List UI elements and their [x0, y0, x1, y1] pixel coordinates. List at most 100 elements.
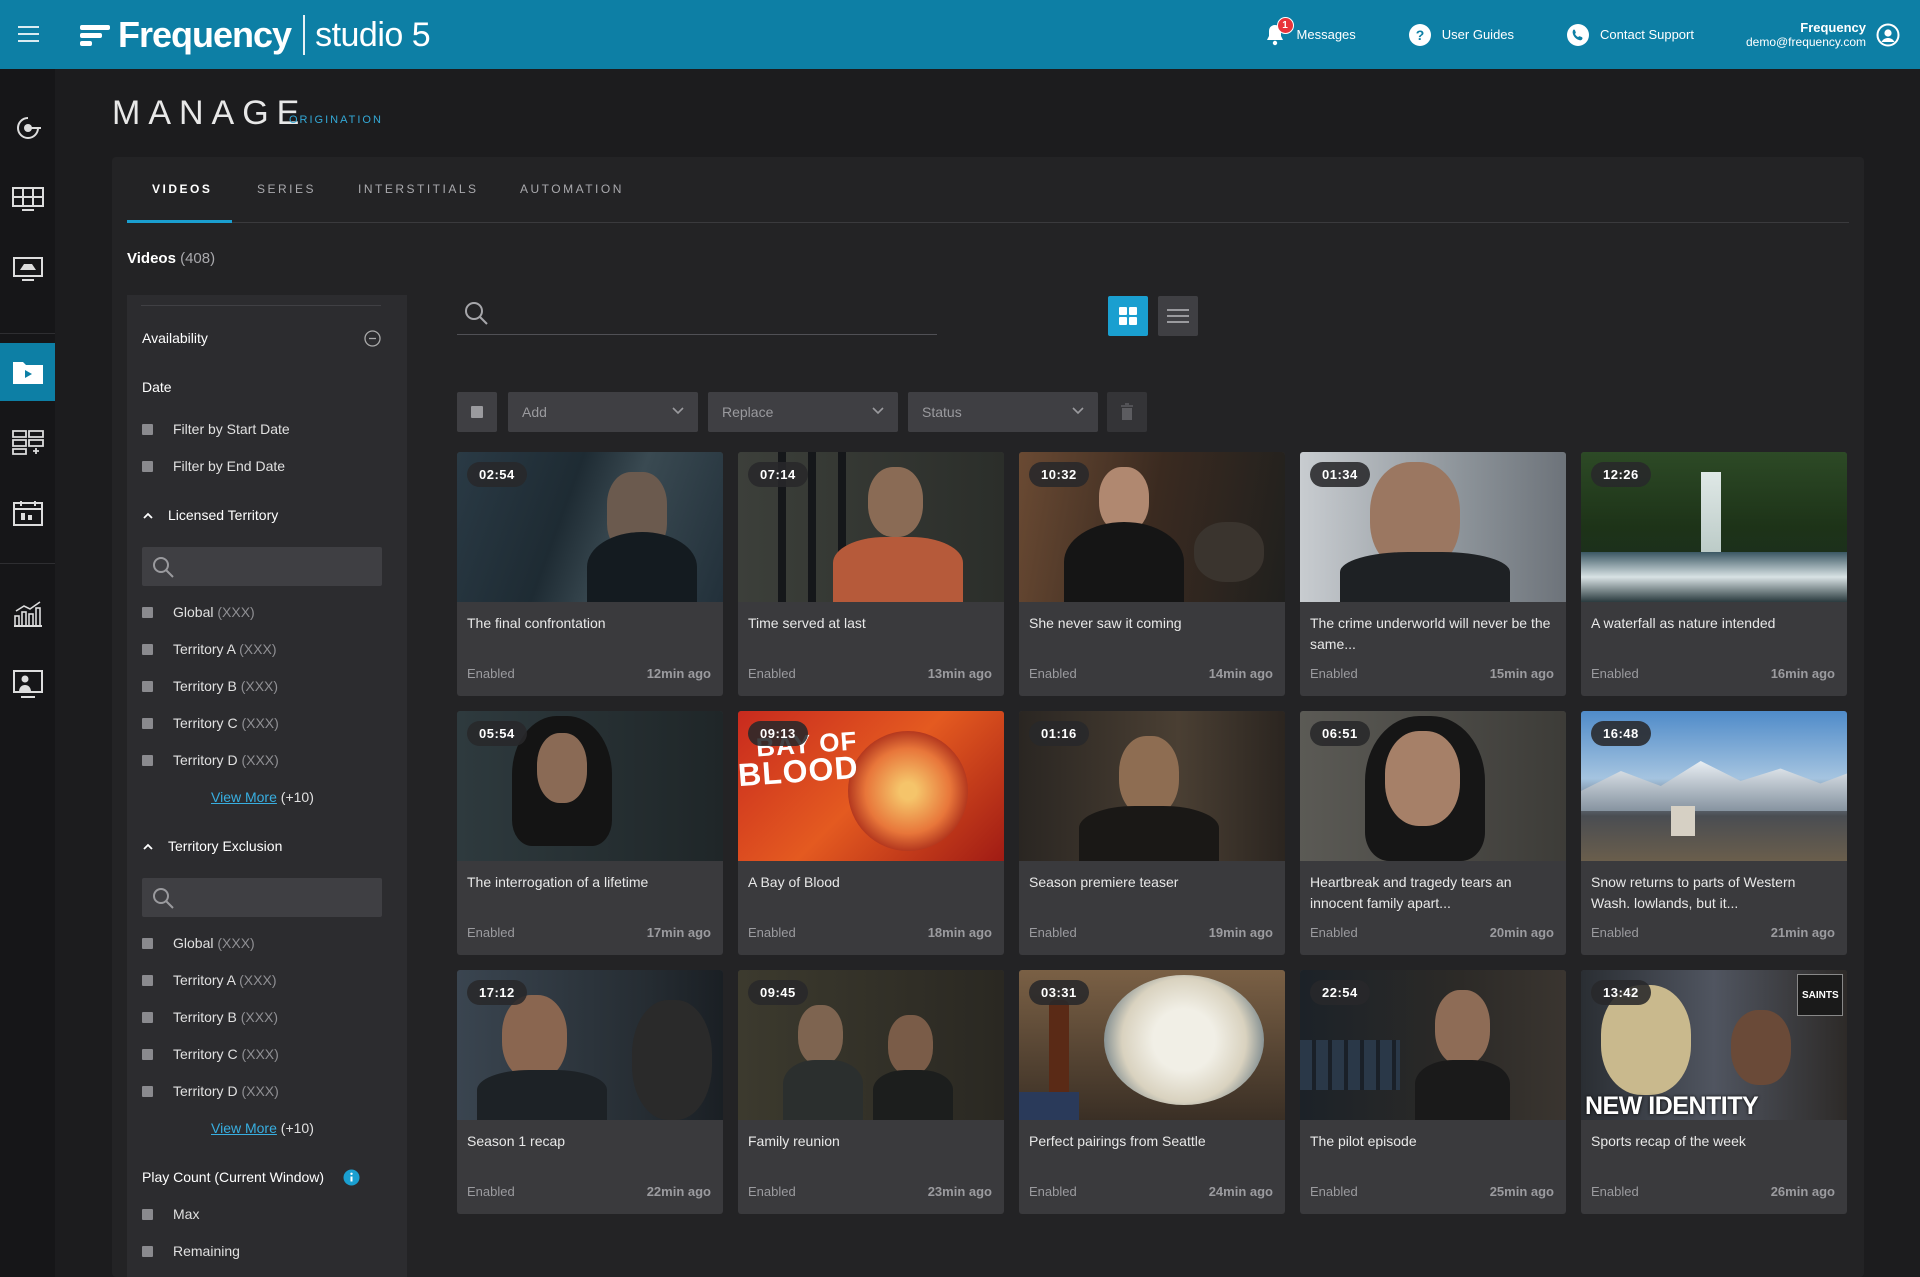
- video-status: Enabled: [467, 666, 515, 681]
- licensed-territory-search[interactable]: [142, 547, 382, 586]
- lt-global-checkbox[interactable]: [142, 607, 153, 618]
- video-card[interactable]: 05:54 The interrogation of a lifetime En…: [457, 711, 723, 955]
- tab-automation[interactable]: AUTOMATION: [520, 182, 624, 196]
- video-updated-time: 23min ago: [927, 1184, 992, 1199]
- tab-series[interactable]: SERIES: [257, 182, 316, 196]
- duration-badge: 09:13: [748, 721, 808, 746]
- videos-count-number: (408): [180, 250, 216, 267]
- help-icon: ?: [1408, 23, 1432, 47]
- lt-territory-b-checkbox[interactable]: [142, 681, 153, 692]
- analytics-icon[interactable]: [0, 585, 55, 643]
- te-view-more-link[interactable]: View More: [211, 1120, 277, 1136]
- video-card[interactable]: 16:48 Snow returns to parts of Western W…: [1581, 711, 1847, 955]
- video-updated-time: 17min ago: [646, 925, 711, 940]
- te-territory-d-checkbox[interactable]: [142, 1086, 153, 1097]
- end-date-checkbox[interactable]: [142, 461, 153, 472]
- video-card[interactable]: 09:45 Family reunion Enabled 23min ago: [738, 970, 1004, 1214]
- display-icon[interactable]: [0, 240, 55, 298]
- filter-divider: [141, 305, 381, 306]
- licensed-territory-heading[interactable]: Licensed Territory: [168, 507, 278, 523]
- video-card[interactable]: BAY OF BLOOD 09:13 A Bay of Blood Enable…: [738, 711, 1004, 955]
- video-title: Snow returns to parts of Western Wash. l…: [1591, 874, 1796, 911]
- end-date-label: Filter by End Date: [173, 458, 286, 474]
- tab-interstitials[interactable]: INTERSTITIALS: [358, 182, 479, 196]
- chevron-up-icon[interactable]: [143, 842, 153, 852]
- video-card[interactable]: 10:32 She never saw it coming Enabled 14…: [1019, 452, 1285, 696]
- video-updated-time: 18min ago: [927, 925, 992, 940]
- video-card[interactable]: 12:26 A waterfall as nature intended Ena…: [1581, 452, 1847, 696]
- hamburger-menu-icon[interactable]: [18, 26, 39, 42]
- status-dropdown[interactable]: Status: [908, 392, 1098, 432]
- folder-video-icon[interactable]: [0, 343, 55, 401]
- video-status: Enabled: [1029, 925, 1077, 940]
- video-search-input[interactable]: [457, 296, 937, 335]
- territory-exclusion-search[interactable]: [142, 878, 382, 917]
- phone-icon: [1566, 23, 1590, 47]
- user-name: Frequency: [1800, 20, 1866, 35]
- video-card[interactable]: SAINTS NEW IDENTITY 13:42 Sports recap o…: [1581, 970, 1847, 1214]
- video-title: She never saw it coming: [1029, 615, 1182, 631]
- brand-name: Frequency: [118, 14, 292, 55]
- te-global-checkbox[interactable]: [142, 938, 153, 949]
- video-card[interactable]: 17:12 Season 1 recap Enabled 22min ago: [457, 970, 723, 1214]
- grid-view-button[interactable]: [1108, 296, 1148, 336]
- tab-videos[interactable]: VIDEOS: [152, 182, 212, 196]
- video-updated-time: 24min ago: [1208, 1184, 1273, 1199]
- select-all-checkbox[interactable]: [457, 392, 497, 432]
- video-title: Season premiere teaser: [1029, 874, 1179, 890]
- delete-button[interactable]: [1107, 392, 1147, 432]
- schedule-grid-icon[interactable]: [0, 413, 55, 471]
- replace-dropdown[interactable]: Replace: [708, 392, 898, 432]
- messages-button[interactable]: 1 Messages: [1263, 16, 1356, 47]
- page-title: MANAGE: [112, 94, 308, 132]
- video-updated-time: 21min ago: [1770, 925, 1835, 940]
- screens-icon[interactable]: [0, 170, 55, 228]
- start-date-checkbox[interactable]: [142, 424, 153, 435]
- user-guides-button[interactable]: ? User Guides: [1408, 23, 1514, 47]
- lt-view-more-link[interactable]: View More: [211, 789, 277, 805]
- calendar-icon[interactable]: [0, 484, 55, 542]
- video-updated-time: 13min ago: [927, 666, 992, 681]
- te-territory-a-checkbox[interactable]: [142, 975, 153, 986]
- brand-logo[interactable]: Frequency studio 5: [80, 14, 431, 56]
- video-card[interactable]: 06:51 Heartbreak and tragedy tears an in…: [1300, 711, 1566, 955]
- te-territory-c-checkbox[interactable]: [142, 1049, 153, 1060]
- lt-territory-a-checkbox[interactable]: [142, 644, 153, 655]
- max-label: Max: [173, 1206, 200, 1222]
- video-title: The interrogation of a lifetime: [467, 874, 649, 890]
- lt-territory-c-checkbox[interactable]: [142, 718, 153, 729]
- video-updated-time: 25min ago: [1489, 1184, 1554, 1199]
- list-view-button[interactable]: [1158, 296, 1198, 336]
- info-icon[interactable]: [343, 1169, 360, 1186]
- video-title: The crime underworld will never be the s…: [1310, 615, 1551, 652]
- te-territory-d-label: Territory D (XXX): [173, 1083, 279, 1099]
- remaining-label: Remaining: [173, 1243, 240, 1259]
- presenter-icon[interactable]: [0, 655, 55, 713]
- contact-support-label: Contact Support: [1600, 27, 1694, 42]
- page-subtitle: ORIGINATION: [289, 114, 383, 126]
- max-checkbox[interactable]: [142, 1209, 153, 1220]
- messages-label: Messages: [1296, 27, 1356, 42]
- contact-support-button[interactable]: Contact Support: [1566, 23, 1694, 47]
- video-card[interactable]: 22:54 The pilot episode Enabled 25min ag…: [1300, 970, 1566, 1214]
- collapse-circle-icon[interactable]: [364, 330, 381, 347]
- duration-badge: 12:26: [1591, 462, 1651, 487]
- duration-badge: 01:34: [1310, 462, 1370, 487]
- lt-territory-d-checkbox[interactable]: [142, 755, 153, 766]
- video-updated-time: 19min ago: [1208, 925, 1273, 940]
- duration-badge: 06:51: [1310, 721, 1370, 746]
- upload-icon[interactable]: [0, 99, 55, 157]
- lt-global-label: Global (XXX): [173, 604, 255, 620]
- tab-bar: VIDEOS SERIES INTERSTITIALS AUTOMATION: [127, 170, 1849, 223]
- chevron-up-icon[interactable]: [143, 511, 153, 521]
- user-menu[interactable]: Frequency demo@frequency.com: [1746, 20, 1900, 49]
- video-card[interactable]: 01:34 The crime underworld will never be…: [1300, 452, 1566, 696]
- te-territory-b-checkbox[interactable]: [142, 1012, 153, 1023]
- video-card[interactable]: 02:54 The final confrontation Enabled 12…: [457, 452, 723, 696]
- video-card[interactable]: 03:31 Perfect pairings from Seattle Enab…: [1019, 970, 1285, 1214]
- remaining-checkbox[interactable]: [142, 1246, 153, 1257]
- video-card[interactable]: 01:16 Season premiere teaser Enabled 19m…: [1019, 711, 1285, 955]
- territory-exclusion-heading[interactable]: Territory Exclusion: [168, 838, 282, 854]
- video-card[interactable]: 07:14 Time served at last Enabled 13min …: [738, 452, 1004, 696]
- add-dropdown[interactable]: Add: [508, 392, 698, 432]
